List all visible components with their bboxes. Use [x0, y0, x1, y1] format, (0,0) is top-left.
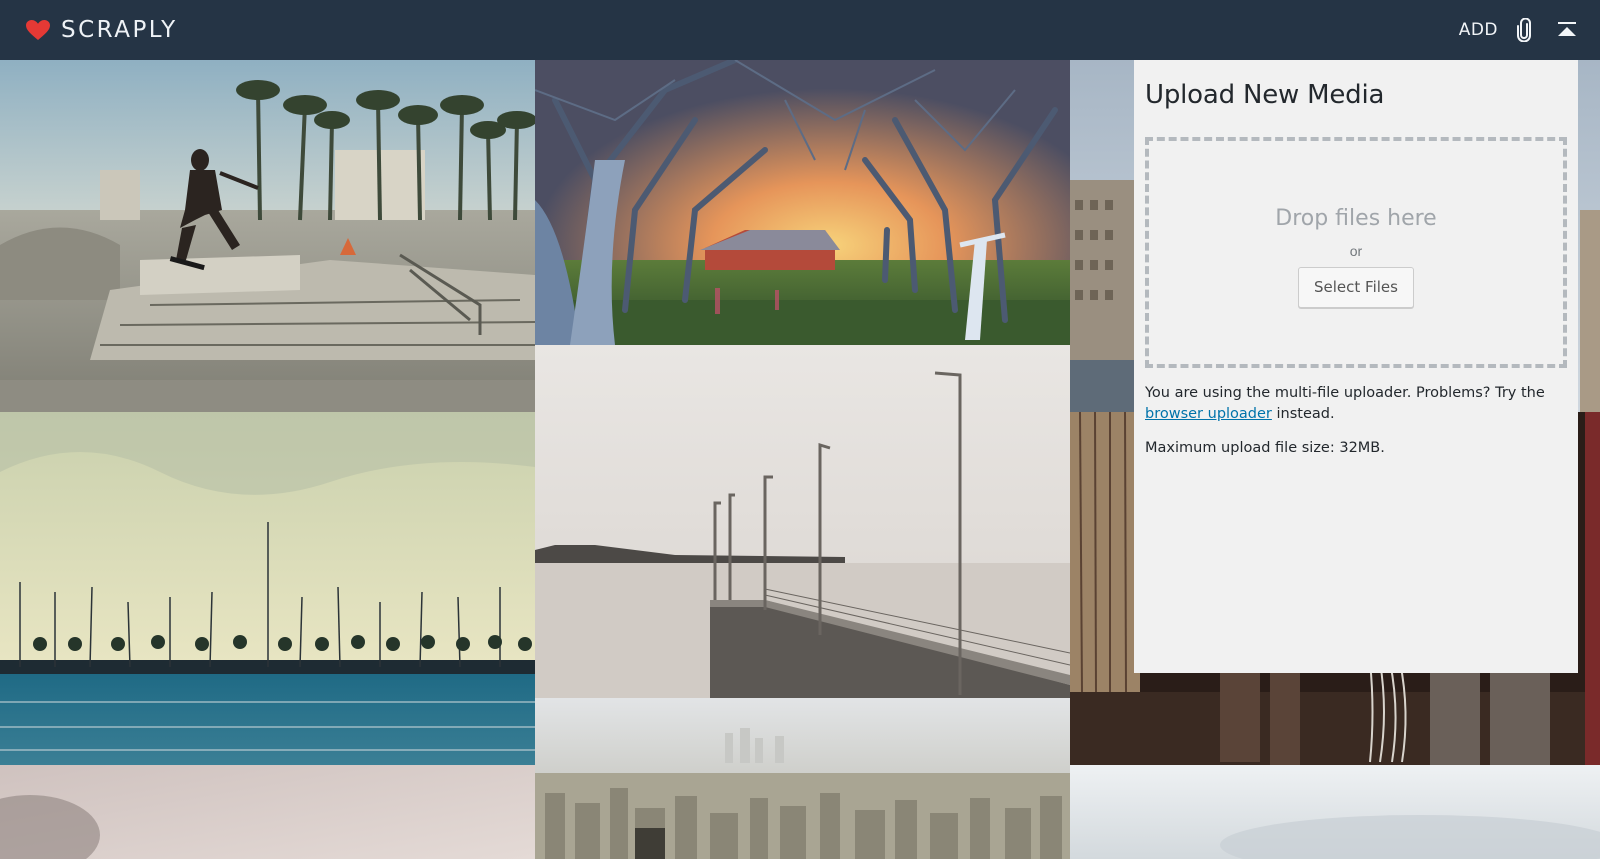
cloudy-sky-photo[interactable] — [1070, 765, 1600, 859]
city-skyline-aerial-photo[interactable] — [535, 698, 1070, 859]
misty-pink-photo[interactable] — [0, 765, 535, 859]
skatepark-photo[interactable] — [0, 60, 535, 412]
or-text: or — [1349, 242, 1363, 259]
add-button[interactable]: ADD — [1459, 20, 1498, 40]
paperclip-icon[interactable] — [1514, 18, 1534, 42]
pier-streetlights-photo[interactable] — [535, 345, 1070, 698]
heart-icon — [26, 20, 50, 40]
harbor-sailboats-photo[interactable] — [0, 412, 535, 765]
brand-logo[interactable]: SCRAPLY — [25, 17, 178, 43]
brand-name: SCRAPLY — [61, 17, 178, 43]
header-actions: ADD — [1459, 0, 1578, 60]
upload-media-panel: Upload New Media Drop files here or Sele… — [1134, 60, 1578, 673]
collapse-panel-icon[interactable] — [1556, 19, 1578, 41]
uploader-info-suffix: instead. — [1271, 406, 1335, 422]
drop-files-text: Drop files here — [1275, 205, 1437, 231]
uploader-info-text: You are using the multi-file uploader. P… — [1145, 383, 1565, 425]
top-navigation-bar: SCRAPLY ADD — [0, 0, 1600, 60]
browser-uploader-link[interactable]: browser uploader — [1145, 406, 1272, 422]
panel-title: Upload New Media — [1145, 80, 1385, 110]
file-drop-zone[interactable]: Drop files here or Select Files — [1145, 137, 1567, 368]
select-files-button[interactable]: Select Files — [1298, 266, 1414, 308]
uploader-info-prefix: You are using the multi-file uploader. P… — [1145, 385, 1545, 401]
max-upload-size-text: Maximum upload file size: 32MB. — [1145, 440, 1385, 456]
orchard-sunset-photo[interactable] — [535, 60, 1070, 345]
